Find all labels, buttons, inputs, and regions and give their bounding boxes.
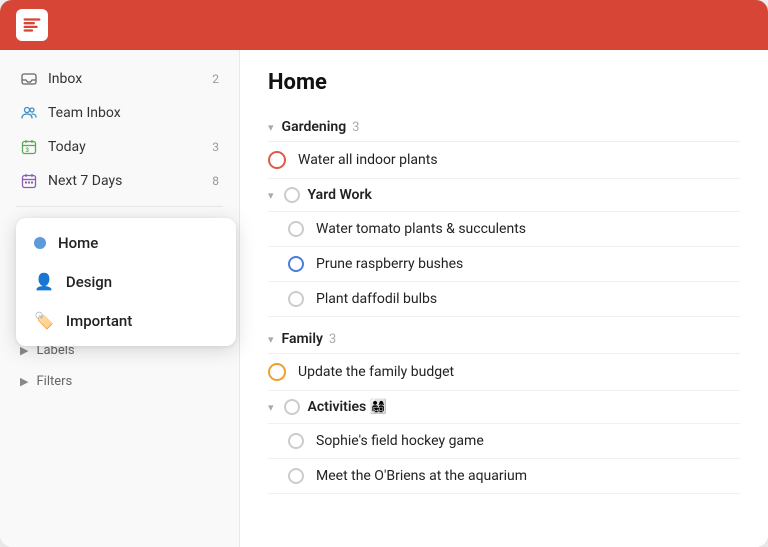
task-budget-text: Update the family budget xyxy=(298,364,454,380)
task-circle-orange xyxy=(268,363,286,381)
inbox-label: Inbox xyxy=(48,71,82,87)
app-logo xyxy=(16,9,48,41)
project-design[interactable]: 👤 Design xyxy=(16,262,236,301)
project-home-label: Home xyxy=(58,234,98,252)
filters-chevron-icon: ▶ xyxy=(20,375,28,388)
task-water-plants[interactable]: Water all indoor plants xyxy=(268,142,740,179)
family-chevron: ▾ xyxy=(268,333,274,346)
gardening-title: Gardening xyxy=(282,119,347,135)
sidebar-item-team-inbox[interactable]: Team Inbox xyxy=(0,96,239,130)
filters-expand[interactable]: ▶ Filters xyxy=(0,366,239,397)
family-count: 3 xyxy=(329,332,336,347)
inbox-count: 2 xyxy=(212,72,219,86)
main-content: Home ▾ Gardening 3 Water all indoor plan… xyxy=(240,50,768,547)
today-label: Today xyxy=(48,139,86,155)
today-count: 3 xyxy=(212,140,219,154)
task-tomato-plants[interactable]: Water tomato plants & succulents xyxy=(268,212,740,247)
app-container: Inbox 2 Team Inbox xyxy=(0,0,768,547)
team-inbox-icon xyxy=(20,104,38,122)
task-circle-obriens xyxy=(288,468,304,484)
projects-dropdown: Home 👤 Design 🏷️ Important xyxy=(16,218,236,346)
gardening-section-header[interactable]: ▾ Gardening 3 xyxy=(268,113,740,142)
inbox-icon xyxy=(20,70,38,88)
team-inbox-label: Team Inbox xyxy=(48,105,121,121)
task-water-plants-text: Water all indoor plants xyxy=(298,152,438,168)
design-icon: 👤 xyxy=(34,272,54,291)
task-prune-raspberry[interactable]: Prune raspberry bushes xyxy=(268,247,740,282)
page-title: Home xyxy=(268,70,740,95)
task-hockey-text: Sophie's field hockey game xyxy=(316,433,484,449)
next7days-label: Next 7 Days xyxy=(48,173,122,189)
task-circle-red xyxy=(268,151,286,169)
sidebar-divider xyxy=(16,206,223,207)
sidebar-item-next7days[interactable]: Next 7 Days 8 xyxy=(0,164,239,198)
project-important[interactable]: 🏷️ Important xyxy=(16,301,236,340)
gardening-chevron: ▾ xyxy=(268,121,274,134)
svg-text:3: 3 xyxy=(26,147,30,154)
sidebar-item-today[interactable]: 3 Today 3 xyxy=(0,130,239,164)
task-meet-obriens[interactable]: Meet the O'Briens at the aquarium xyxy=(268,459,740,494)
activities-header[interactable]: ▾ Activities 👨‍👩‍👧‍👦 xyxy=(268,391,740,424)
family-title: Family xyxy=(282,331,323,347)
project-important-label: Important xyxy=(66,312,132,330)
next7days-icon xyxy=(20,172,38,190)
task-obriens-text: Meet the O'Briens at the aquarium xyxy=(316,468,527,484)
task-circle-tomato xyxy=(288,221,304,237)
important-icon: 🏷️ xyxy=(34,311,54,330)
yard-work-header[interactable]: ▾ Yard Work xyxy=(268,179,740,212)
activities-title: Activities 👨‍👩‍👧‍👦 xyxy=(308,399,388,415)
task-plant-daffodil[interactable]: Plant daffodil bulbs xyxy=(268,282,740,317)
yard-work-circle xyxy=(284,187,300,203)
task-family-budget[interactable]: Update the family budget xyxy=(268,354,740,391)
filters-label: Filters xyxy=(36,374,72,389)
yard-work-title: Yard Work xyxy=(308,187,372,203)
title-bar xyxy=(0,0,768,50)
task-prune-text: Prune raspberry bushes xyxy=(316,256,463,272)
task-circle-blue xyxy=(288,256,304,272)
sidebar-item-inbox[interactable]: Inbox 2 xyxy=(0,62,239,96)
today-icon: 3 xyxy=(20,138,38,156)
activities-circle xyxy=(284,399,300,415)
task-hockey-game[interactable]: Sophie's field hockey game xyxy=(268,424,740,459)
task-daffodil-text: Plant daffodil bulbs xyxy=(316,291,437,307)
family-section-header[interactable]: ▾ Family 3 xyxy=(268,325,740,354)
next7days-count: 8 xyxy=(212,174,219,188)
home-dot xyxy=(34,237,46,249)
activities-chevron: ▾ xyxy=(268,401,274,414)
task-circle-hockey xyxy=(288,433,304,449)
yard-work-chevron: ▾ xyxy=(268,189,274,202)
gardening-count: 3 xyxy=(352,120,359,135)
task-tomato-text: Water tomato plants & succulents xyxy=(316,221,526,237)
task-circle-daffodil xyxy=(288,291,304,307)
project-design-label: Design xyxy=(66,273,112,291)
main-area: Inbox 2 Team Inbox xyxy=(0,50,768,547)
project-home[interactable]: Home xyxy=(16,224,236,262)
